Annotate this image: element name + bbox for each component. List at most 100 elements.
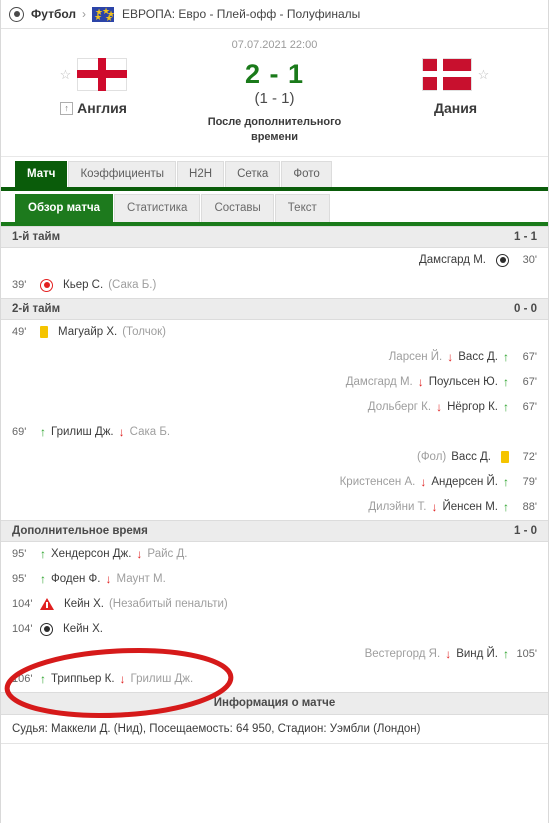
tab-0[interactable]: Матч: [15, 161, 68, 187]
europe-flag-icon: ★ ★ ★ ★ ★: [92, 6, 115, 22]
goal-icon: [496, 253, 509, 267]
sub-out-arrow-icon: ↓: [447, 350, 454, 365]
sub-in-arrow-icon: ↑: [40, 572, 46, 587]
sub-out-arrow-icon: ↓: [118, 425, 125, 440]
sub-in-arrow-icon: ↑: [503, 375, 509, 390]
player-in: Васс Д.: [458, 351, 498, 364]
player-in: Триппьер К.: [51, 673, 115, 686]
player-in: Йенсен М.: [442, 501, 498, 514]
event-row: 69' ↑ Грилиш Дж. ↓ Сака Б.: [1, 419, 548, 445]
sub-tab-bar: Обзор матча Статистика Составы Текст: [1, 190, 548, 226]
england-flag-icon: [77, 57, 128, 91]
yellow-card-icon: [501, 451, 509, 464]
sub-in-arrow-icon: ↑: [503, 400, 509, 415]
event-minute: 30': [522, 254, 537, 267]
event-row: Дамсгард М. 30': [1, 247, 548, 273]
event-minute: 67': [522, 401, 537, 414]
breadcrumb-competition-link[interactable]: ЕВРОПА: Евро - Плей-офф - Полуфиналы: [122, 7, 360, 21]
event-minute: 104': [12, 598, 33, 611]
event-detail: (Толчок): [122, 326, 167, 339]
event-row: (Фол) Васс Д. 72': [1, 444, 548, 470]
period-header: 1-й тайм 1 - 1: [1, 225, 548, 248]
period-title: 2-й тайм: [12, 302, 61, 315]
sub-in-arrow-icon: ↑: [503, 350, 509, 365]
period-score: 1 - 1: [513, 230, 537, 243]
event-row: 95' ↑ Хендерсон Дж. ↓ Райс Д.: [1, 541, 548, 567]
event-row: Дамсгард М. ↓ Поульсен Ю. ↑ 67': [1, 369, 548, 395]
event-minute: 69': [12, 426, 27, 439]
tab-2[interactable]: H2H: [177, 161, 225, 187]
tab-label: Фото: [293, 168, 320, 181]
event-row: 104' Кейн Х. (Незабитый пенальти): [1, 591, 548, 617]
subtab-0[interactable]: Обзор матча: [15, 194, 114, 222]
sub-in-arrow-icon: ↑: [40, 425, 46, 440]
event-minute: 104': [12, 623, 33, 636]
football-icon: [9, 6, 24, 22]
favorite-star-home-icon[interactable]: ☆: [60, 68, 72, 81]
subtab-label: Обзор матча: [28, 202, 101, 215]
main-tab-bar: Матч Коэффициенты H2H Сетка Фото: [1, 156, 548, 191]
player-out: Дилэйни Т.: [368, 501, 427, 514]
subtab-3[interactable]: Текст: [274, 194, 330, 222]
match-header: ☆ ↑ Англия 07.07.2021 22:00 2 - 1 (1 - 1…: [1, 29, 548, 157]
event-row: 104' Кейн Х.: [1, 616, 548, 642]
tab-4[interactable]: Фото: [281, 161, 332, 187]
event-minute: 95': [12, 548, 27, 561]
tab-1[interactable]: Коэффициенты: [68, 161, 177, 187]
sub-out-arrow-icon: ↓: [431, 500, 438, 515]
home-team: ☆ ↑ Англия: [1, 37, 186, 116]
tab-label: Коэффициенты: [80, 168, 165, 181]
subtab-1[interactable]: Статистика: [114, 194, 201, 222]
sub-in-arrow-icon: ↑: [503, 475, 509, 490]
breadcrumb: Футбол › ★ ★ ★ ★ ★ ЕВРОПА: Евро - Плей-о…: [1, 0, 548, 29]
subtab-2[interactable]: Составы: [201, 194, 274, 222]
subtab-label: Составы: [214, 202, 261, 215]
period-header: 2-й тайм 0 - 0: [1, 297, 548, 320]
match-detail-page: Футбол › ★ ★ ★ ★ ★ ЕВРОПА: Евро - Плей-о…: [0, 0, 549, 823]
own-goal-icon: [40, 278, 53, 292]
missed-penalty-icon: [40, 598, 54, 611]
score-block: 07.07.2021 22:00 2 - 1 (1 - 1) После доп…: [186, 37, 363, 144]
goal-icon: [40, 622, 53, 636]
denmark-flag-icon: [421, 57, 472, 91]
player-out: Дамсгард М.: [345, 376, 413, 389]
period-header: Дополнительное время 1 - 0: [1, 519, 548, 542]
away-team-name-row[interactable]: Дания: [434, 100, 477, 116]
player-out: Райс Д.: [147, 548, 188, 561]
event-detail: (Незабитый пенальти): [108, 598, 228, 611]
sub-out-arrow-icon: ↓: [436, 400, 443, 415]
sub-in-arrow-icon: ↑: [40, 547, 46, 562]
player-out: Грилиш Дж.: [130, 673, 194, 686]
player-in: Фоден Ф.: [51, 573, 101, 586]
final-score: 2 - 1: [244, 59, 305, 89]
player-in: Грилиш Дж.: [51, 426, 114, 439]
event-player: Кейн Х.: [64, 598, 104, 611]
event-minute: 95': [12, 573, 27, 586]
match-info-details: Судья: Маккели Д. (Нид), Посещаемость: 6…: [1, 715, 548, 744]
player-out: Кристенсен А.: [339, 476, 416, 489]
event-row: Ларсен Й. ↓ Васс Д. ↑ 67': [1, 344, 548, 370]
player-out: Дольберг К.: [367, 401, 432, 414]
event-row: 95' ↑ Фоден Ф. ↓ Маунт М.: [1, 566, 548, 592]
event-row: 49' Магуайр Х. (Толчок): [1, 319, 548, 345]
player-out: Ларсен Й.: [388, 351, 443, 364]
home-team-name-row[interactable]: ↑ Англия: [60, 100, 127, 116]
event-row: Вестергорд Я. ↓ Винд Й. ↑ 105': [1, 641, 548, 667]
tab-3[interactable]: Сетка: [225, 161, 281, 187]
favorite-star-away-icon[interactable]: ☆: [478, 68, 490, 81]
player-out: Вестергорд Я.: [364, 648, 441, 661]
event-minute: 49': [12, 326, 27, 339]
event-minute: 88': [522, 501, 537, 514]
away-team: ☆ Дания: [363, 37, 548, 116]
tab-label: Сетка: [237, 168, 269, 181]
sub-out-arrow-icon: ↓: [417, 375, 424, 390]
match-info-header: Информация о матче: [1, 691, 548, 715]
breadcrumb-sport-link[interactable]: Футбол: [31, 7, 76, 21]
player-out: Сака Б.: [129, 426, 171, 439]
event-minute: 79': [522, 476, 537, 489]
period-title: 1-й тайм: [12, 230, 61, 243]
home-team-rank-icon: ↑: [60, 101, 74, 115]
player-in: Поульсен Ю.: [428, 376, 498, 389]
event-row: Дилэйни Т. ↓ Йенсен М. ↑ 88': [1, 494, 548, 520]
subtab-label: Статистика: [127, 202, 188, 215]
